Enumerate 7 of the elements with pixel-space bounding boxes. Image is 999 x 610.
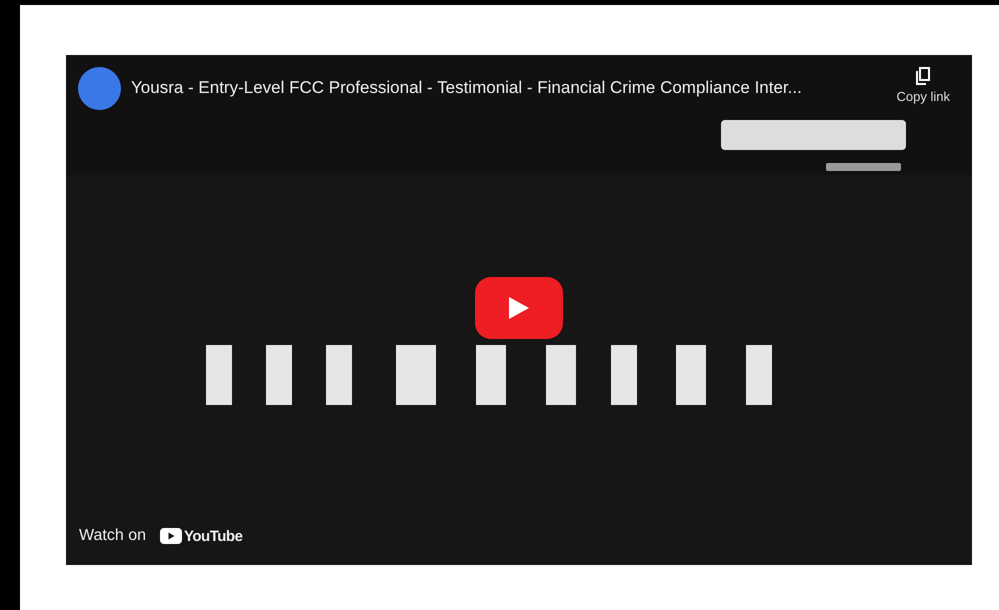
- watch-on-youtube-link[interactable]: Watch on YouTube: [79, 527, 242, 545]
- play-icon: [509, 297, 529, 319]
- copy-link-button[interactable]: Copy link: [896, 67, 950, 104]
- play-logo-icon: [160, 528, 182, 544]
- play-button[interactable]: [475, 277, 563, 339]
- copy-icon: [916, 67, 930, 85]
- video-title[interactable]: Yousra - Entry-Level FCC Professional - Testimonial - Financial Crime Compliance Inter...: [131, 77, 887, 99]
